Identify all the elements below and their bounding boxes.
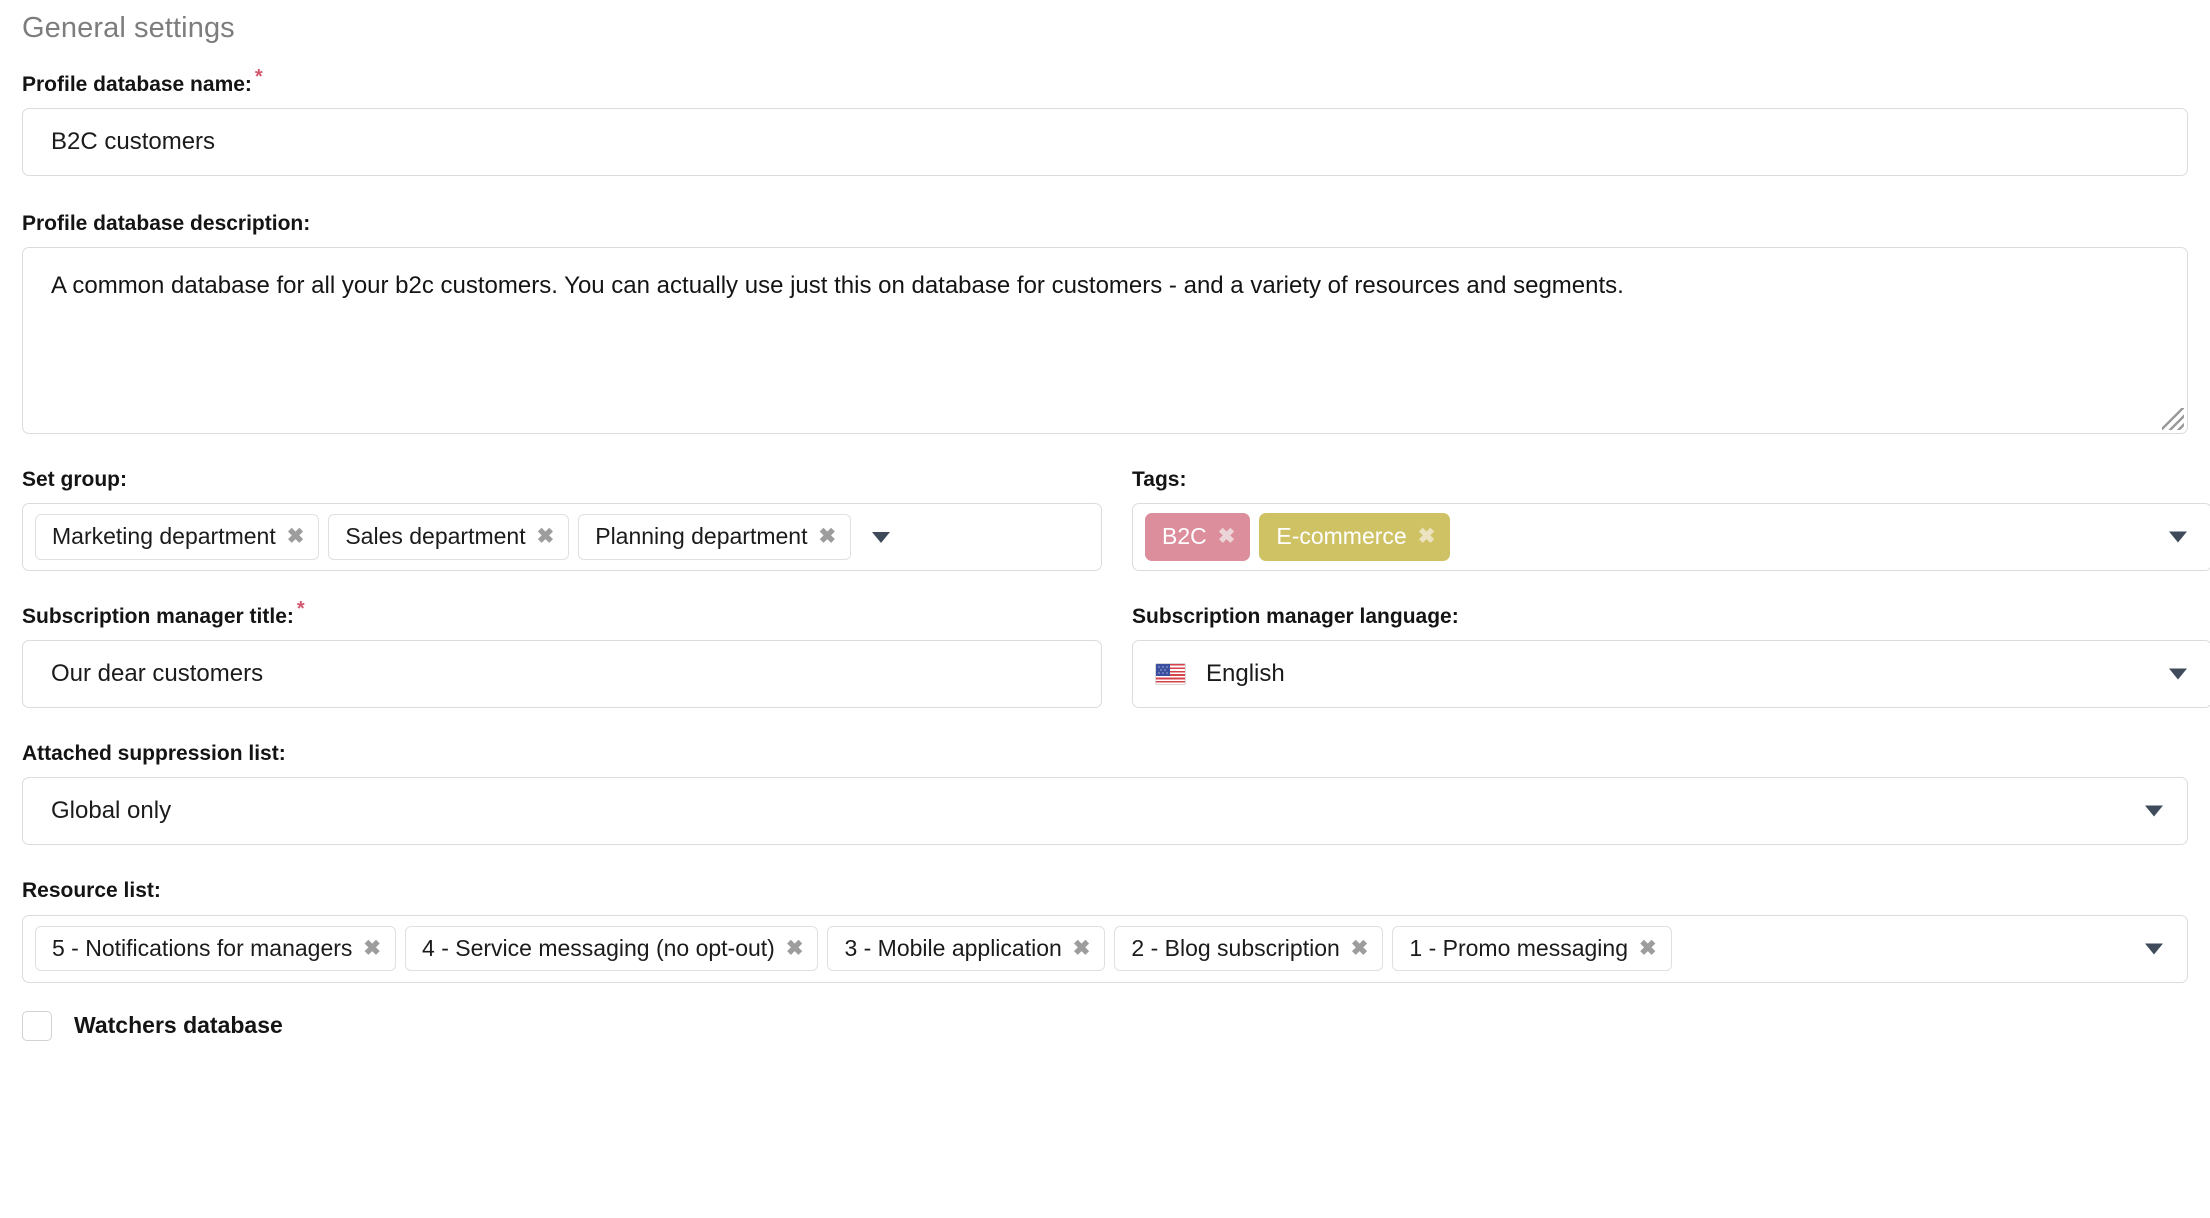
chip-resource[interactable]: 2 - Blog subscription ✖ bbox=[1114, 925, 1384, 972]
language-select-value: English bbox=[1206, 660, 1285, 688]
field-resource-list: Resource list: 5 - Notifications for man… bbox=[22, 879, 2188, 983]
chip-label: Planning department bbox=[595, 523, 808, 550]
us-flag-icon bbox=[1155, 663, 1186, 686]
chip-remove-icon[interactable]: ✖ bbox=[537, 526, 555, 547]
field-watchers-database[interactable]: Watchers database bbox=[22, 1010, 2188, 1041]
chip-remove-icon[interactable]: ✖ bbox=[1639, 938, 1657, 959]
resource-list-select[interactable]: 5 - Notifications for managers ✖ 4 - Ser… bbox=[22, 914, 2188, 983]
chevron-down-icon[interactable] bbox=[2169, 668, 2187, 680]
chip-label: 2 - Blog subscription bbox=[1131, 934, 1340, 961]
chip-resource[interactable]: 5 - Notifications for managers ✖ bbox=[35, 925, 397, 972]
required-marker: * bbox=[296, 598, 305, 621]
chip-label: 1 - Promo messaging bbox=[1409, 934, 1628, 961]
chip-resource[interactable]: 4 - Service messaging (no opt-out) ✖ bbox=[405, 925, 819, 972]
subscription-manager-title-input-wrapper[interactable]: Our dear customers bbox=[22, 640, 1102, 709]
chevron-down-icon[interactable] bbox=[2145, 805, 2163, 817]
row-group-tags: Set group: Marketing department ✖ Sales … bbox=[22, 468, 2210, 572]
chip-label: B2C bbox=[1162, 523, 1207, 550]
field-profile-database-name: Profile database name: * B2C customers bbox=[22, 67, 2188, 177]
chip-set-group[interactable]: Planning department ✖ bbox=[578, 514, 852, 561]
chip-remove-icon[interactable]: ✖ bbox=[1073, 938, 1091, 959]
chevron-down-icon[interactable] bbox=[872, 531, 891, 543]
chip-remove-icon[interactable]: ✖ bbox=[1418, 526, 1436, 547]
set-group-chip-area[interactable]: Marketing department ✖ Sales department … bbox=[23, 504, 1101, 570]
suppression-list-value[interactable]: Global only bbox=[23, 778, 2187, 844]
label-profile-database-description: Profile database description: bbox=[22, 212, 311, 236]
chip-tag-ecommerce[interactable]: E-commerce ✖ bbox=[1259, 513, 1451, 562]
tags-chip-area[interactable]: B2C ✖ E-commerce ✖ bbox=[1133, 504, 2210, 570]
set-group-select[interactable]: Marketing department ✖ Sales department … bbox=[22, 503, 1102, 572]
label-profile-database-name: Profile database name: * bbox=[22, 67, 2188, 96]
field-subscription-manager-language: Subscription manager language: English bbox=[1132, 605, 2210, 709]
field-set-group: Set group: Marketing department ✖ Sales … bbox=[22, 468, 1102, 572]
label-tags: Tags: bbox=[1132, 468, 1187, 492]
subscription-manager-title-input[interactable]: Our dear customers bbox=[23, 641, 1101, 707]
subscription-manager-language-select[interactable]: English bbox=[1132, 640, 2210, 709]
field-attached-suppression-list: Attached suppression list: Global only bbox=[22, 742, 2188, 846]
row-subscription-manager: Subscription manager title: * Our dear cu… bbox=[22, 599, 2210, 709]
field-profile-database-description: Profile database description: A common d… bbox=[22, 212, 2188, 435]
chip-label: Sales department bbox=[345, 523, 526, 550]
general-settings-page: General settings Profile database name: *… bbox=[0, 0, 2210, 1218]
label-resource-list: Resource list: bbox=[22, 879, 161, 903]
chip-label: 5 - Notifications for managers bbox=[52, 934, 353, 961]
chip-set-group[interactable]: Marketing department ✖ bbox=[35, 514, 320, 561]
chip-tag-b2c[interactable]: B2C ✖ bbox=[1145, 513, 1251, 562]
watchers-database-checkbox[interactable] bbox=[22, 1010, 52, 1041]
chevron-down-icon[interactable] bbox=[2169, 531, 2187, 543]
chevron-down-icon[interactable] bbox=[2145, 943, 2163, 955]
language-select-value-row[interactable]: English bbox=[1133, 641, 2210, 707]
page-title: General settings bbox=[22, 12, 235, 44]
attached-suppression-list-select[interactable]: Global only bbox=[22, 777, 2188, 846]
field-tags: Tags: B2C ✖ E-commerce ✖ bbox=[1132, 468, 2210, 572]
chip-remove-icon[interactable]: ✖ bbox=[1351, 938, 1369, 959]
required-marker: * bbox=[254, 66, 263, 88]
label-set-group: Set group: bbox=[22, 468, 127, 492]
chip-label: 3 - Mobile application bbox=[844, 934, 1062, 961]
profile-database-description-wrapper[interactable]: A common database for all your b2c custo… bbox=[22, 247, 2188, 435]
chip-remove-icon[interactable]: ✖ bbox=[1218, 526, 1236, 547]
resource-list-chip-area[interactable]: 5 - Notifications for managers ✖ 4 - Ser… bbox=[23, 916, 2187, 982]
label-attached-suppression-list: Attached suppression list: bbox=[22, 742, 286, 766]
label-subscription-manager-language: Subscription manager language: bbox=[1132, 605, 1459, 629]
profile-database-name-input[interactable]: B2C customers bbox=[23, 109, 2187, 175]
chip-label: E-commerce bbox=[1276, 523, 1407, 550]
chip-set-group[interactable]: Sales department ✖ bbox=[328, 514, 570, 561]
chip-label: 4 - Service messaging (no opt-out) bbox=[422, 934, 775, 961]
profile-database-description-textarea[interactable]: A common database for all your b2c custo… bbox=[23, 248, 2187, 433]
chip-remove-icon[interactable]: ✖ bbox=[819, 526, 837, 547]
label-subscription-manager-title: Subscription manager title: * bbox=[22, 599, 1102, 629]
field-subscription-manager-title: Subscription manager title: * Our dear cu… bbox=[22, 599, 1102, 709]
chip-remove-icon[interactable]: ✖ bbox=[363, 938, 381, 959]
label-text: Subscription manager title: bbox=[22, 605, 294, 629]
watchers-database-label: Watchers database bbox=[74, 1012, 283, 1039]
chip-resource[interactable]: 3 - Mobile application ✖ bbox=[827, 925, 1106, 972]
chip-remove-icon[interactable]: ✖ bbox=[786, 938, 804, 959]
chip-label: Marketing department bbox=[52, 523, 276, 550]
chip-resource[interactable]: 1 - Promo messaging ✖ bbox=[1392, 925, 1672, 972]
profile-database-name-input-wrapper[interactable]: B2C customers bbox=[22, 108, 2188, 177]
tags-select[interactable]: B2C ✖ E-commerce ✖ bbox=[1132, 503, 2210, 572]
chip-remove-icon[interactable]: ✖ bbox=[287, 526, 305, 547]
label-text: Profile database name: bbox=[22, 73, 252, 96]
